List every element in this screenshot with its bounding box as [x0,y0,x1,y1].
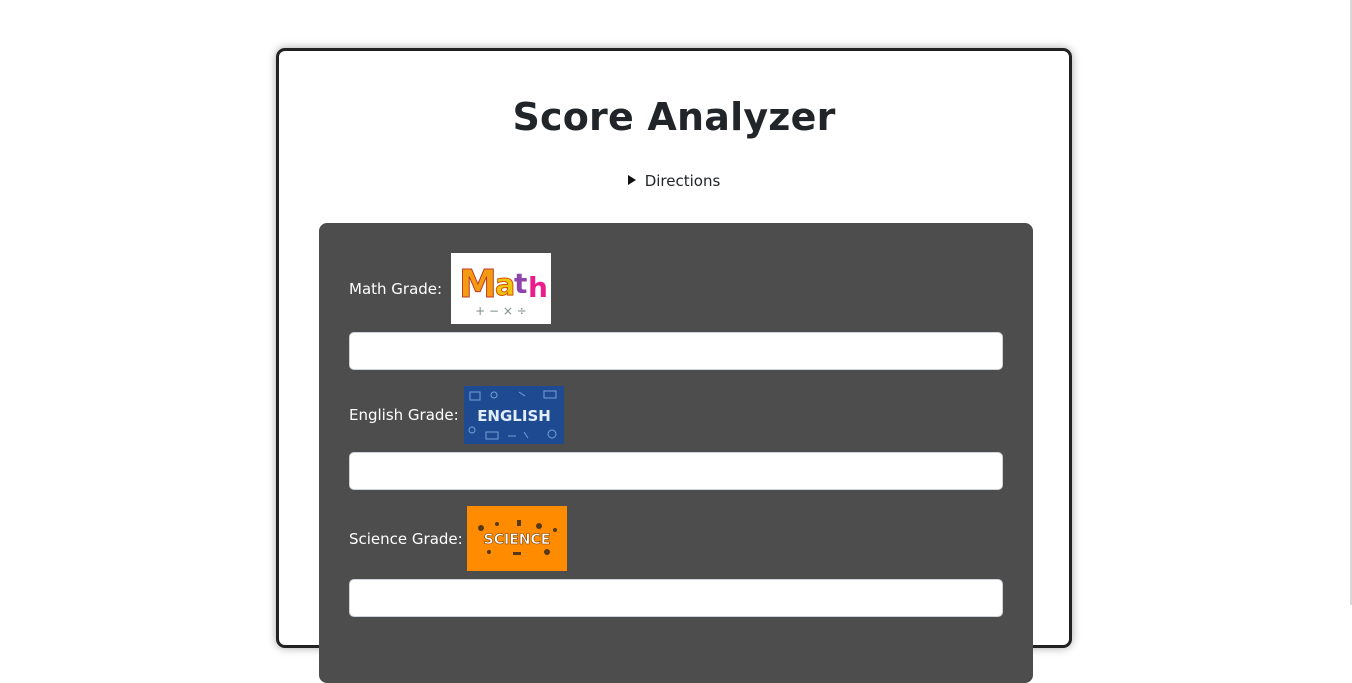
english-image: ENGLISH [464,386,564,444]
grades-form-panel: Math Grade: M a t h + − × ÷ English Grad… [319,223,1033,683]
disclosure-triangle-icon [627,175,636,185]
score-analyzer-card: Score Analyzer Directions Math Grade: M … [276,48,1072,683]
science-grade-input[interactable] [349,579,1003,617]
english-logo-icon: ENGLISH [468,390,557,440]
math-logo-icon: M a t h + − × ÷ [459,262,548,319]
math-grade-input[interactable] [349,332,1003,370]
svg-text:SCIENCE: SCIENCE [484,532,551,548]
svg-text:ENGLISH: ENGLISH [477,407,551,425]
science-grade-label: Science Grade: [349,530,463,548]
page-title: Score Analyzer [512,95,836,139]
svg-text:+ − × ÷: + − × ÷ [475,304,527,318]
math-image: M a t h + − × ÷ [451,253,551,324]
directions-label: Directions [644,172,721,190]
directions-toggle[interactable]: Directions [279,172,1069,190]
science-logo-icon: SCIENCE [478,520,557,555]
science-image: SCIENCE [467,506,567,571]
svg-text:M: M [459,262,497,306]
svg-text:t: t [514,267,527,300]
svg-text:a: a [495,268,515,303]
english-grade-label: English Grade: [349,406,459,424]
svg-text:h: h [528,271,548,304]
math-grade-label: Math Grade: [349,280,443,298]
english-grade-input[interactable] [349,452,1003,490]
